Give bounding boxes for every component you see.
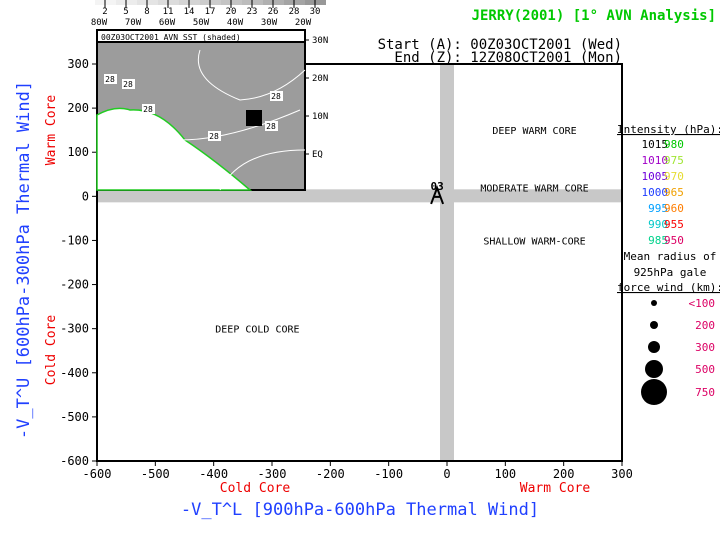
- track-point-day: 03: [430, 180, 443, 193]
- sst-colorbar-label: 30: [310, 7, 321, 17]
- x-tick-label: 200: [553, 467, 575, 481]
- y-tick-label: 200: [67, 101, 89, 115]
- radius-legend-title: 925hPa gale: [634, 266, 707, 279]
- radius-legend-dot: [648, 341, 660, 353]
- radius-legend-title: Mean radius of: [624, 250, 717, 263]
- sst-colorbar-label: 5: [123, 7, 128, 17]
- x-tick-label: 100: [494, 467, 516, 481]
- longitude-label: 60W: [159, 18, 176, 28]
- sst-colorbar-label: 14: [184, 7, 195, 17]
- latitude-label: 20N: [312, 74, 328, 84]
- end-time: End (Z): 12Z08OCT2001 (Mon): [394, 50, 622, 66]
- phase-space-chart: -600 -500 -400 -300 -200 -100 0 100 200 300-600-5…: [44, 0, 720, 496]
- latitude-label: EQ: [312, 150, 323, 160]
- sst-colorbar-label: 28: [289, 7, 300, 17]
- region-label: SHALLOW WARM-CORE: [483, 236, 585, 247]
- radius-legend-label: 750: [695, 386, 715, 399]
- longitude-label: 50W: [193, 18, 210, 28]
- chart-title: JERRY(2001) [1° AVN Analysis]: [472, 8, 716, 24]
- contour-label: 28: [209, 132, 219, 141]
- latitude-label: 10N: [312, 112, 328, 122]
- sst-colorbar-label: 26: [268, 7, 279, 17]
- x-tick-label: -500: [141, 467, 170, 481]
- zero-vertical-band: [440, 64, 454, 461]
- storm-location-marker: [246, 110, 262, 126]
- radius-legend-label: 300: [695, 341, 715, 354]
- longitude-label: 70W: [125, 18, 142, 28]
- x-tick-label: -600: [83, 467, 112, 481]
- x-warm-core-label: Warm Core: [520, 481, 591, 496]
- y-tick-label: -500: [60, 410, 89, 424]
- y-tick-label: -200: [60, 278, 89, 292]
- y-cold-core-label: Cold Core: [44, 315, 59, 386]
- sst-colorbar-label: 11: [163, 7, 174, 17]
- intensity-legend-item: 975: [664, 154, 684, 167]
- y-warm-core-label: Warm Core: [44, 95, 59, 166]
- y-tick-label: 0: [82, 189, 89, 203]
- y-tick-label: -100: [60, 233, 89, 247]
- y-axis-title: -V_T^U [600hPa-300hPa Thermal Wind]: [14, 80, 34, 440]
- y-tick-label: -400: [60, 366, 89, 380]
- radius-legend-dot: [651, 300, 657, 306]
- intensity-legend-item: 980: [664, 138, 684, 151]
- x-tick-label: -100: [374, 467, 403, 481]
- region-label: DEEP COLD CORE: [215, 325, 299, 336]
- region-label: DEEP WARM CORE: [492, 126, 576, 137]
- contour-label: 28: [123, 80, 133, 89]
- intensity-legend-item: 950: [664, 234, 684, 247]
- y-tick-label: -600: [60, 454, 89, 468]
- x-tick-label: -400: [199, 467, 228, 481]
- sst-colorbar-label: 17: [205, 7, 216, 17]
- radius-legend-dot: [650, 321, 658, 329]
- x-tick-label: -200: [316, 467, 345, 481]
- x-cold-core-label: Cold Core: [220, 481, 291, 496]
- y-tick-label: -300: [60, 322, 89, 336]
- radius-legend-label: <100: [689, 297, 716, 310]
- x-tick-label: 300: [611, 467, 633, 481]
- contour-label: 28: [143, 105, 153, 114]
- region-label: MODERATE WARM CORE: [480, 184, 588, 195]
- radius-legend-dot: [645, 360, 663, 378]
- sst-colorbar-label: 23: [247, 7, 258, 17]
- intensity-legend-item: 970: [664, 170, 684, 183]
- intensity-legend-item: 955: [664, 218, 684, 231]
- sst-colorbar-label: 8: [144, 7, 149, 17]
- longitude-label: 40W: [227, 18, 244, 28]
- radius-legend-label: 500: [695, 363, 715, 376]
- radius-legend-dot: [641, 379, 667, 405]
- x-tick-label: 0: [443, 467, 450, 481]
- intensity-legend-item: 965: [664, 186, 684, 199]
- x-tick-label: -300: [258, 467, 287, 481]
- contour-label: 28: [266, 122, 276, 131]
- x-axis-title: -V_T^L [900hPa-600hPa Thermal Wind]: [180, 500, 540, 520]
- intensity-legend-item: 960: [664, 202, 684, 215]
- sst-colorbar-label: 2: [102, 7, 107, 17]
- contour-label: 28: [271, 92, 281, 101]
- contour-label: 28: [105, 75, 115, 84]
- latitude-label: 30N: [312, 36, 328, 46]
- sst-colorbar-label: 20: [226, 7, 237, 17]
- y-tick-label: 300: [67, 57, 89, 71]
- intensity-legend-title: Intensity (hPa):: [617, 123, 720, 136]
- radius-legend-title: force wind (km):: [617, 281, 720, 294]
- y-tick-label: 100: [67, 145, 89, 159]
- inset-title: 00Z03OCT2001 AVN SST (shaded): [101, 33, 241, 42]
- longitude-label: 20W: [295, 18, 312, 28]
- longitude-label: 30W: [261, 18, 278, 28]
- radius-legend-label: 200: [695, 319, 715, 332]
- longitude-label: 80W: [91, 18, 108, 28]
